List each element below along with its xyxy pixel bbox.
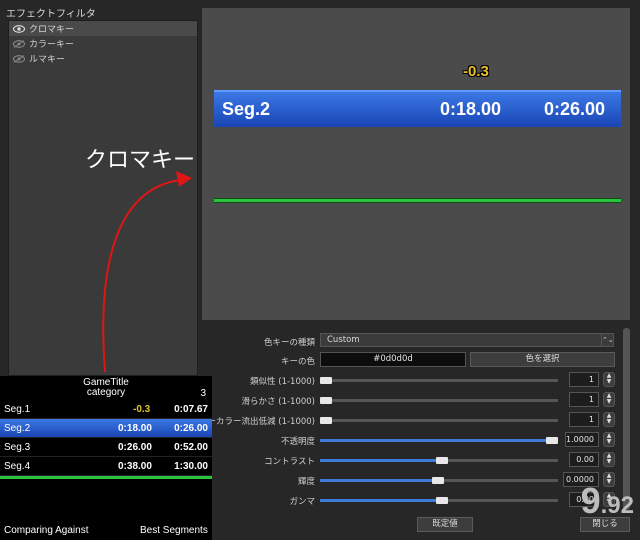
key-type-select[interactable]: Custom ⌃⌄ xyxy=(320,333,614,347)
split-name: Seg.4 xyxy=(4,461,31,472)
timer-main: 9 xyxy=(580,480,601,521)
slider-fill xyxy=(320,479,434,482)
brightness-slider[interactable] xyxy=(320,477,558,484)
slider-handle[interactable] xyxy=(436,497,448,504)
splits-category: category xyxy=(86,387,126,398)
split-time: 0:07.67 xyxy=(174,404,208,415)
splits-timer: 9.92 xyxy=(581,480,634,522)
split-delta: 0:38.00 xyxy=(118,461,152,472)
spill-reduction-slider[interactable] xyxy=(320,417,558,424)
slider-handle[interactable] xyxy=(432,477,444,484)
filter-item-color-key[interactable]: カラーキー xyxy=(9,36,197,51)
key-type-value: Custom xyxy=(327,335,360,345)
filter-item-chroma-key[interactable]: クロマキー xyxy=(9,21,197,36)
filter-preview xyxy=(202,8,630,320)
spin-arrows-icon[interactable]: ▲ ▼ xyxy=(603,412,615,427)
preview-current-segment: Seg.2 0:18.00 0:26.00 xyxy=(214,90,621,127)
opacity-slider[interactable] xyxy=(320,437,558,444)
filter-item-label: クロマキー xyxy=(29,25,75,35)
key-type-label: 色キーの種類 xyxy=(263,338,315,348)
spin-arrows-icon[interactable]: ▲ ▼ xyxy=(603,432,615,447)
split-time: 0:52.00 xyxy=(174,442,208,453)
split-row: Seg.4 0:38.00 1:30.00 xyxy=(0,457,212,476)
eye-icon[interactable] xyxy=(13,24,25,33)
split-delta: 0:26.00 xyxy=(118,442,152,453)
split-name: Seg.1 xyxy=(4,404,31,415)
key-color-label: キーの色 xyxy=(280,357,315,367)
preview-green-line xyxy=(214,198,621,203)
split-time: 1:30.00 xyxy=(174,461,208,472)
split-row: Seg.1 -0.3 0:07.67 xyxy=(0,400,212,419)
split-row-current: Seg.2 0:18.00 0:26.00 xyxy=(0,419,212,438)
similarity-slider[interactable] xyxy=(320,377,558,384)
preview-segment-name: Seg.2 xyxy=(222,99,271,119)
filter-item-label: カラーキー xyxy=(29,40,75,50)
slider-handle[interactable] xyxy=(546,437,558,444)
slider-fill xyxy=(320,499,438,502)
slider-fill xyxy=(320,459,438,462)
spin-arrows-icon[interactable]: ▲ ▼ xyxy=(603,372,615,387)
chevron-updown-icon: ⌃⌄ xyxy=(601,334,614,346)
comparison-value: Best Segments xyxy=(140,525,208,536)
opacity-input[interactable]: 1.0000 xyxy=(565,432,599,447)
spin-arrows-icon[interactable]: ▲ ▼ xyxy=(603,392,615,407)
eye-hidden-icon[interactable] xyxy=(13,39,25,48)
select-color-button[interactable]: 色を選択 xyxy=(470,352,615,367)
key-color-swatch: #0d0d0d xyxy=(320,352,466,367)
split-name: Seg.2 xyxy=(4,423,31,434)
smoothness-slider[interactable] xyxy=(320,397,558,404)
slider-fill xyxy=(320,439,548,442)
splits-green-line xyxy=(0,476,212,479)
slider-handle[interactable] xyxy=(320,417,332,424)
comparing-label: Comparing Against xyxy=(4,525,89,536)
filters-panel-title: エフェクトフィルタ xyxy=(6,9,96,20)
slider-handle[interactable] xyxy=(436,457,448,464)
eye-hidden-icon[interactable] xyxy=(13,54,25,63)
split-row: Seg.3 0:26.00 0:52.00 xyxy=(0,438,212,457)
split-time: 0:26.00 xyxy=(174,423,208,434)
defaults-button[interactable]: 既定値 xyxy=(417,517,473,532)
slider-handle[interactable] xyxy=(320,377,332,384)
split-delta: 0:18.00 xyxy=(118,423,152,434)
contrast-slider[interactable] xyxy=(320,457,558,464)
splits-attempt-count: 3 xyxy=(200,388,206,399)
timer-fraction: .92 xyxy=(600,492,634,519)
splits-widget: GameTitle category 3 Seg.1 -0.3 0:07.67 … xyxy=(0,376,212,540)
slider-handle[interactable] xyxy=(320,397,332,404)
smoothness-input[interactable]: 1 xyxy=(569,392,599,407)
gamma-slider[interactable] xyxy=(320,497,558,504)
preview-segment-total-time: 0:26.00 xyxy=(544,99,606,119)
spin-arrows-icon[interactable]: ▲ ▼ xyxy=(603,452,615,467)
filter-item-luma-key[interactable]: ルマキー xyxy=(9,51,197,66)
similarity-input[interactable]: 1 xyxy=(569,372,599,387)
filter-item-label: ルマキー xyxy=(29,55,66,65)
contrast-input[interactable]: 0.00 xyxy=(569,452,599,467)
preview-segment-split-time: 0:18.00 xyxy=(440,99,502,119)
spill-reduction-input[interactable]: 1 xyxy=(569,412,599,427)
split-name: Seg.3 xyxy=(4,442,31,453)
preview-delta: -0.3 xyxy=(463,63,489,80)
split-delta: -0.3 xyxy=(133,404,151,415)
